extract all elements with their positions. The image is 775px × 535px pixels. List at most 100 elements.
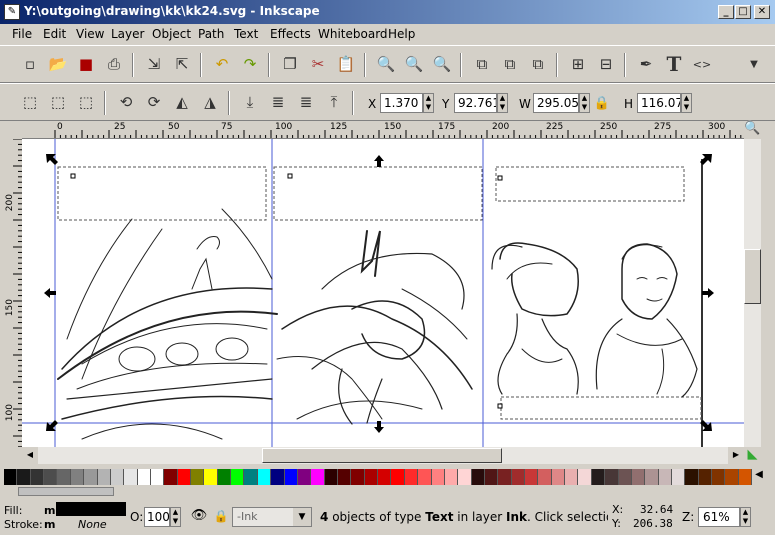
zoom-page-icon[interactable]: 🔍 — [430, 52, 454, 76]
menu-object[interactable]: Object — [152, 27, 191, 41]
color-swatch[interactable] — [391, 469, 405, 485]
y-field[interactable]: 92.761 — [454, 93, 497, 113]
color-swatch[interactable] — [164, 469, 178, 485]
raise-icon[interactable]: ≣ — [294, 90, 318, 114]
import-icon[interactable]: ⇲ — [142, 52, 166, 76]
color-swatch[interactable] — [444, 469, 459, 485]
cut-icon[interactable]: ✂ — [306, 52, 330, 76]
menu-edit[interactable]: Edit — [43, 27, 66, 41]
menu-file[interactable]: File — [12, 27, 32, 41]
zoom-spinner[interactable]: ▲ ▼ — [740, 507, 751, 527]
menu-effects[interactable]: Effects — [270, 27, 311, 41]
color-swatch[interactable] — [137, 469, 151, 485]
color-swatch[interactable] — [17, 469, 31, 485]
chevron-down-icon[interactable]: ▼ — [293, 508, 311, 526]
color-swatch[interactable] — [618, 469, 632, 485]
unlink-clone-icon[interactable]: ⧉ — [526, 52, 550, 76]
color-swatch[interactable] — [217, 469, 232, 485]
horizontal-scrollbar[interactable]: ◀ ▶ — [22, 447, 744, 464]
color-swatch[interactable] — [324, 469, 338, 485]
lock-icon[interactable]: 🔒 — [593, 93, 611, 113]
x-field[interactable]: 1.370 — [380, 93, 423, 113]
color-swatch[interactable] — [671, 469, 686, 485]
color-swatch[interactable] — [44, 469, 58, 485]
vertical-ruler[interactable]: 200 150 100 — [4, 139, 22, 447]
color-swatch[interactable] — [525, 469, 539, 485]
color-swatch[interactable] — [484, 469, 499, 485]
color-swatch[interactable] — [471, 469, 485, 485]
w-spinner[interactable]: ▲ ▼ — [579, 93, 590, 113]
h-field[interactable]: 116.076 — [637, 93, 681, 113]
scroll-right-icon[interactable]: ▶ — [728, 447, 744, 464]
color-swatch[interactable] — [337, 469, 352, 485]
xml-editor-icon[interactable]: <> — [690, 52, 714, 76]
fill-stroke-icon[interactable]: ✒ — [634, 52, 658, 76]
horizontal-ruler[interactable]: 0 25 50 75 100 125 150 175 200 225 250 2… — [22, 121, 744, 139]
layer-visibility-icon[interactable]: 👁 — [186, 506, 212, 528]
color-swatch[interactable] — [231, 469, 245, 485]
close-button[interactable]: ✕ — [754, 5, 770, 19]
color-swatch[interactable] — [84, 469, 98, 485]
color-swatch[interactable] — [378, 469, 392, 485]
palette-scrollbar[interactable] — [18, 487, 114, 496]
redo-icon[interactable]: ↷ — [238, 52, 262, 76]
color-swatch[interactable] — [538, 469, 552, 485]
color-manage-icon[interactable]: ◣ — [744, 447, 761, 464]
paste-icon[interactable]: 📋 — [334, 52, 358, 76]
color-swatch[interactable] — [177, 469, 192, 485]
w-field[interactable]: 295.050 — [533, 93, 579, 113]
rotate-cw-icon[interactable]: ⟳ — [142, 90, 166, 114]
color-swatch[interactable] — [257, 469, 272, 485]
y-spinner[interactable]: ▲ ▼ — [497, 93, 508, 113]
new-icon[interactable]: ▫ — [18, 52, 42, 76]
toolbar-overflow-icon[interactable]: ▼ — [742, 52, 766, 76]
color-swatch[interactable] — [738, 469, 753, 485]
zoom-magnifier-icon[interactable]: 🔍 — [744, 121, 761, 139]
palette-menu-icon[interactable]: ◀ — [752, 469, 766, 485]
color-swatch[interactable] — [658, 469, 672, 485]
color-swatch[interactable] — [645, 469, 659, 485]
color-swatch[interactable] — [404, 469, 419, 485]
lower-to-bottom-icon[interactable]: ⤓ — [238, 90, 262, 114]
h-spinner[interactable]: ▲ ▼ — [681, 93, 692, 113]
vertical-scrollbar[interactable] — [744, 139, 761, 447]
color-swatch[interactable] — [351, 469, 365, 485]
scroll-left-icon[interactable]: ◀ — [22, 447, 38, 464]
ungroup-icon[interactable]: ⊟ — [594, 52, 618, 76]
color-swatch[interactable] — [698, 469, 713, 485]
menu-view[interactable]: View — [76, 27, 104, 41]
color-swatch[interactable] — [712, 469, 726, 485]
vertical-scroll-thumb[interactable] — [744, 249, 761, 304]
lower-icon[interactable]: ≣ — [266, 90, 290, 114]
color-swatch[interactable] — [204, 469, 218, 485]
menu-help[interactable]: Help — [388, 27, 415, 41]
color-swatch[interactable] — [578, 469, 592, 485]
duplicate-icon[interactable]: ⧉ — [470, 52, 494, 76]
select-all-layers-icon[interactable]: ⬚ — [46, 90, 70, 114]
select-all-icon[interactable]: ⬚ — [18, 90, 42, 114]
color-swatch[interactable] — [70, 469, 85, 485]
copy-icon[interactable]: ❐ — [278, 52, 302, 76]
menu-path[interactable]: Path — [198, 27, 224, 41]
color-swatch[interactable] — [631, 469, 646, 485]
save-icon[interactable]: ■ — [74, 52, 98, 76]
color-swatch[interactable] — [498, 469, 512, 485]
color-swatch[interactable] — [4, 469, 18, 485]
color-swatch[interactable] — [418, 469, 432, 485]
open-icon[interactable]: 📂 — [46, 52, 70, 76]
print-icon[interactable]: ⎙ — [102, 52, 126, 76]
color-swatch[interactable] — [511, 469, 526, 485]
color-swatch[interactable] — [458, 469, 472, 485]
color-palette[interactable] — [4, 469, 753, 485]
horizontal-scroll-thumb[interactable] — [262, 448, 502, 463]
layer-lock-icon[interactable]: 🔒 — [212, 506, 230, 528]
color-swatch[interactable] — [364, 469, 379, 485]
color-swatch[interactable] — [311, 469, 325, 485]
color-swatch[interactable] — [284, 469, 298, 485]
color-swatch[interactable] — [551, 469, 566, 485]
rotate-ccw-icon[interactable]: ⟲ — [114, 90, 138, 114]
opacity-spinner[interactable]: ▲ ▼ — [170, 507, 181, 527]
color-swatch[interactable] — [57, 469, 71, 485]
color-swatch[interactable] — [565, 469, 579, 485]
drawing-canvas[interactable] — [22, 139, 744, 447]
